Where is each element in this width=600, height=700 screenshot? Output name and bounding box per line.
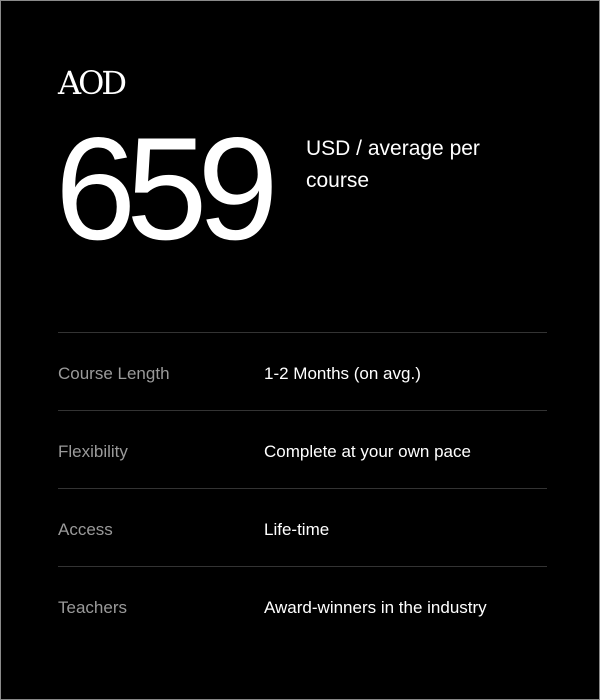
spec-label: Teachers: [58, 598, 127, 617]
spec-value: Award-winners in the industry: [264, 598, 487, 617]
price-caption: USD / average per course: [306, 137, 480, 192]
spec-row-course-length: Course Length 1-2 Months (on avg.): [58, 332, 547, 410]
price-amount: 659: [55, 107, 279, 270]
course-details-table: Course Length 1-2 Months (on avg.) Flexi…: [58, 332, 547, 644]
spec-value: Complete at your own pace: [264, 442, 471, 461]
spec-row-flexibility: Flexibility Complete at your own pace: [58, 410, 547, 488]
spec-value: 1-2 Months (on avg.): [264, 364, 421, 383]
pricing-card: AOD 659 USD / average per course Course …: [0, 0, 600, 700]
spec-row-teachers: Teachers Award-winners in the industry: [58, 566, 547, 644]
spec-row-access: Access Life-time: [58, 488, 547, 566]
spec-value: Life-time: [264, 520, 330, 539]
spec-label: Access: [58, 520, 113, 539]
brand-logo: AOD: [58, 64, 127, 102]
spec-label: Course Length: [58, 364, 170, 383]
spec-label: Flexibility: [58, 442, 128, 461]
